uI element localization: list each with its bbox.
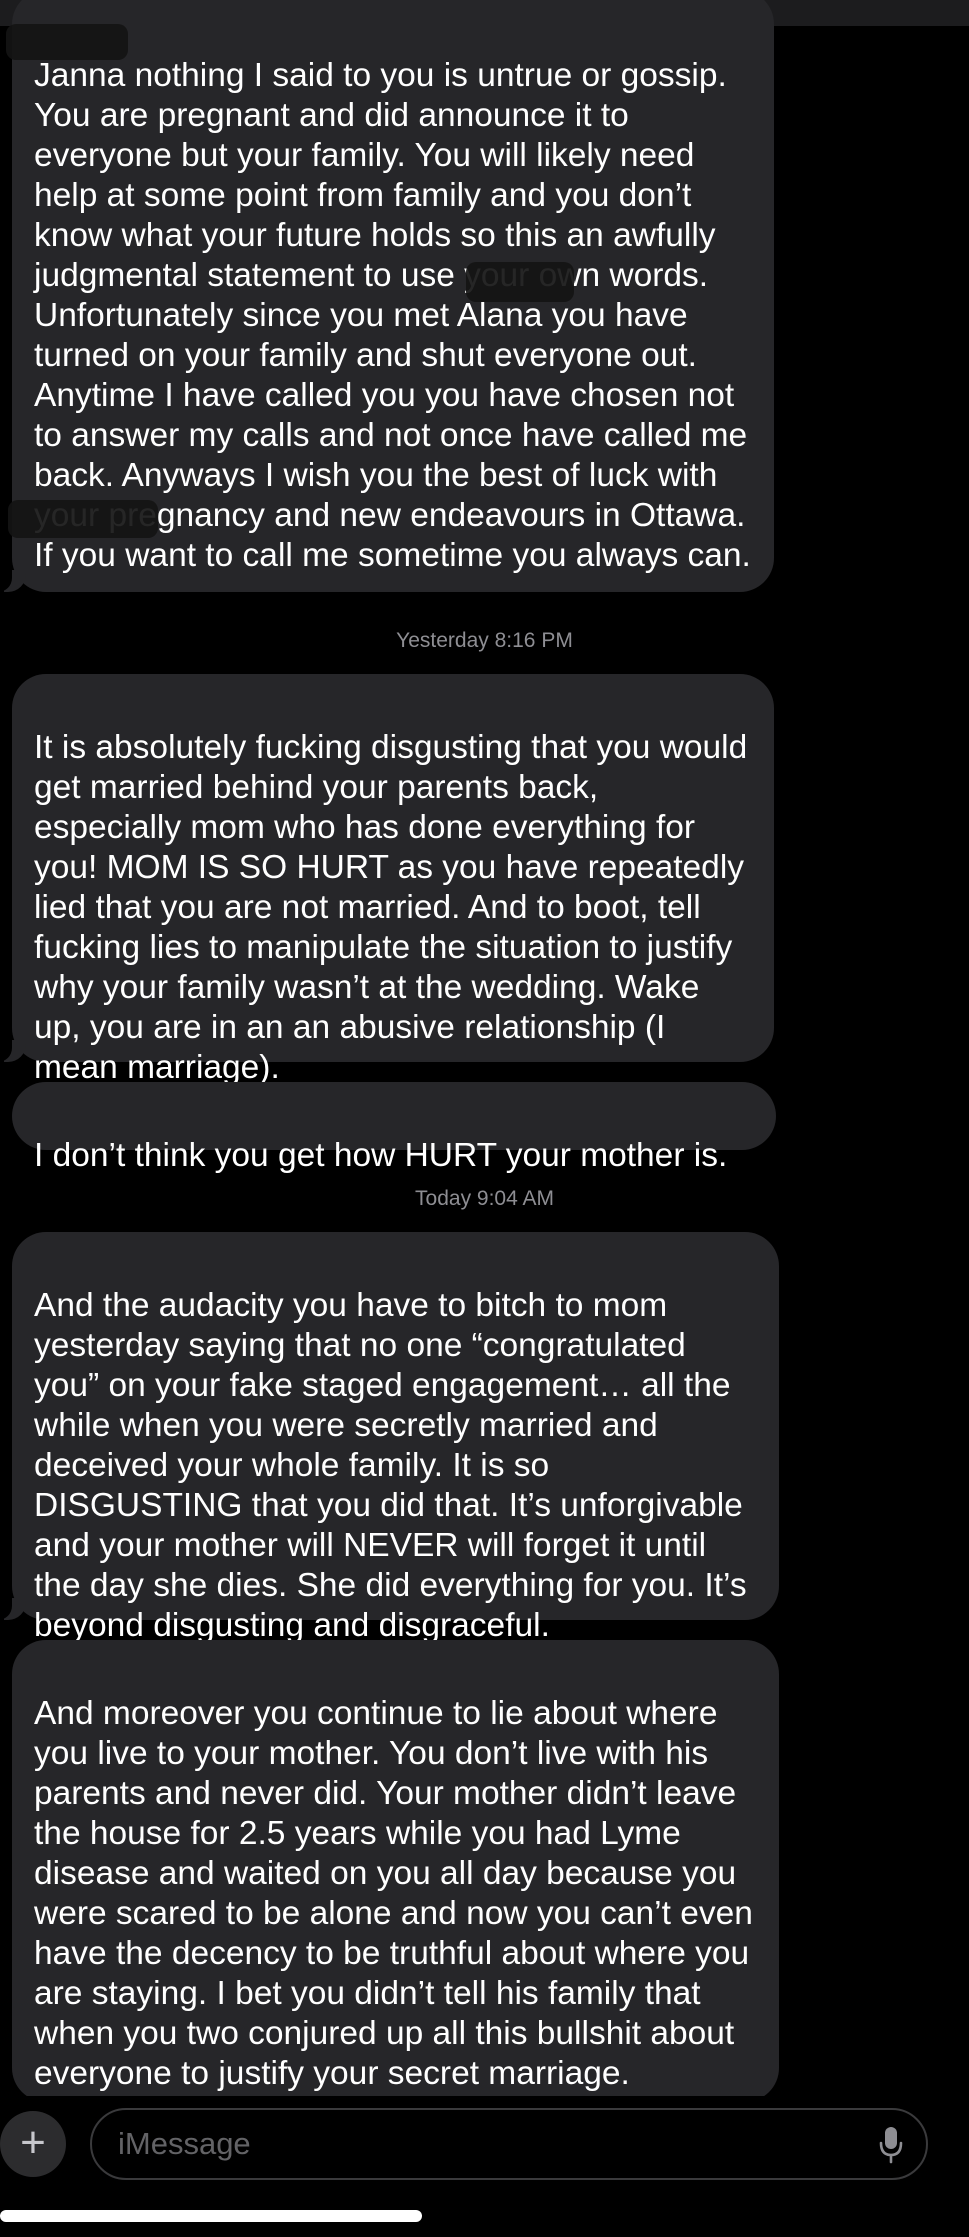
redaction-mark: [8, 500, 158, 538]
message-text: It is absolutely fucking disgusting that…: [34, 729, 748, 1086]
plus-icon[interactable]: +: [0, 2111, 66, 2177]
message-text: And moreover you continue to lie about w…: [34, 1695, 753, 2092]
microphone-icon[interactable]: [878, 2126, 904, 2164]
home-indicator[interactable]: [0, 2210, 422, 2222]
message-input-placeholder: iMessage: [118, 2126, 251, 2161]
messages-screen: Janna nothing I said to you is untrue or…: [0, 0, 969, 2237]
message-text: Janna nothing I said to you is untrue or…: [34, 57, 751, 574]
timestamp: Today 9:04 AM: [415, 1187, 554, 1210]
message-bubble[interactable]: And the audacity you have to bitch to mo…: [0, 1232, 779, 1644]
bubble-tail: [0, 568, 26, 592]
message-bubble[interactable]: It is absolutely fucking disgusting that…: [0, 674, 774, 1086]
message-input[interactable]: iMessage: [90, 2108, 928, 2180]
message-bubble[interactable]: And moreover you continue to lie about w…: [12, 1640, 779, 2102]
message-text: And the audacity you have to bitch to mo…: [34, 1287, 747, 1644]
message-text: I don’t think you get how HURT your moth…: [34, 1137, 728, 1174]
bubble-tail: [0, 1596, 26, 1620]
timestamp: Yesterday 8:16 PM: [396, 629, 573, 652]
bubble-tail: [0, 1038, 26, 1062]
message-bubble[interactable]: I don’t think you get how HURT your moth…: [12, 1082, 776, 1174]
redaction-mark: [6, 24, 128, 60]
redaction-mark: [466, 262, 574, 302]
